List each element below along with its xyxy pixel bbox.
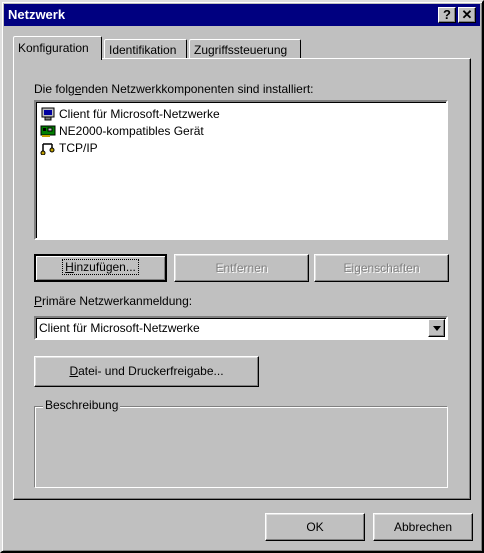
close-icon: ✕ <box>461 7 473 22</box>
primary-logon-label: Primäre Netzwerkanmeldung: <box>34 294 193 308</box>
description-label: Beschreibung <box>43 398 121 412</box>
properties-button[interactable]: Eigenschaften <box>314 254 449 282</box>
list-item[interactable]: TCP/IP <box>40 139 98 156</box>
ok-button[interactable]: OK <box>265 513 365 541</box>
client-icon <box>41 107 55 120</box>
title-bar[interactable]: Netzwerk ? ✕ <box>4 4 480 26</box>
tab-identifikation[interactable]: Identifikation <box>104 39 187 59</box>
list-item[interactable]: NE2000-kompatibles Gerät <box>40 122 204 139</box>
list-item[interactable]: Client für Microsoft-Netzwerke <box>40 105 220 122</box>
help-button[interactable]: ? <box>438 7 456 23</box>
network-card-icon <box>40 125 56 137</box>
file-printer-sharing-button[interactable]: Datei- und Druckerfreigabe... <box>34 356 259 387</box>
components-heading: Die folgenden Netzwerkkomponenten sind i… <box>34 82 314 96</box>
protocol-icon <box>40 142 55 155</box>
close-button[interactable]: ✕ <box>458 7 476 23</box>
window-title: Netzwerk <box>8 7 66 22</box>
chevron-down-icon[interactable] <box>428 319 445 337</box>
components-list[interactable]: Client für Microsoft-Netzwerke NE2000-ko… <box>34 100 448 240</box>
item-label: NE2000-kompatibles Gerät <box>59 123 204 138</box>
tab-zugriffssteuerung[interactable]: Zugriffssteuerung <box>189 39 301 59</box>
item-label: TCP/IP <box>59 140 98 155</box>
item-label: Client für Microsoft-Netzwerke <box>59 106 220 121</box>
primary-logon-value: Client für Microsoft-Netzwerke <box>39 321 200 335</box>
primary-logon-select[interactable]: Client für Microsoft-Netzwerke <box>34 316 448 340</box>
tab-konfiguration[interactable]: Konfiguration <box>13 36 102 60</box>
add-button[interactable]: Hinzufügen... <box>34 254 167 282</box>
description-group: Beschreibung <box>34 398 448 488</box>
remove-button[interactable]: Entfernen <box>174 254 309 282</box>
cancel-button[interactable]: Abbrechen <box>373 513 473 541</box>
